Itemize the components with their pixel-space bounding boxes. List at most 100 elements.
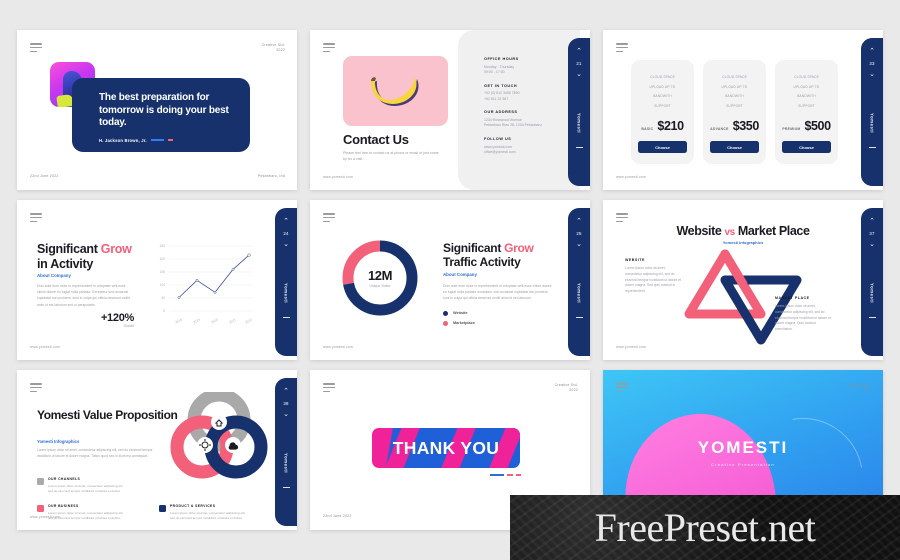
chevron-down-icon[interactable]: ⌄	[283, 240, 289, 249]
rail-brand-label: Yomesti	[869, 283, 875, 304]
thank-you-banner[interactable]: THANK YOU	[372, 428, 520, 468]
legend-swatch-pink	[443, 320, 448, 326]
slide-nav-rail[interactable]: ⌃ 33 ⌄ Yomesti	[861, 38, 883, 186]
group-line: +62 811 22 567	[484, 96, 509, 101]
rail-divider	[868, 147, 876, 149]
chevron-up-icon[interactable]: ⌃	[869, 47, 875, 56]
chevron-up-icon[interactable]: ⌃	[576, 47, 582, 56]
group-line: Pekanbaru Riau 28, 1234 Pekanbaru	[484, 123, 542, 128]
contact-group-get-in-touch: GET IN TOUCH +62 (0) 812 3456 7890 +62 8…	[484, 84, 562, 103]
contact-group-follow-us: FOLLOW US www.yomesti.com office@yomesti…	[484, 137, 562, 156]
feature-label: SUPPORT	[726, 103, 743, 108]
logo-mark-icon	[30, 43, 42, 52]
slide-nav-rail[interactable]: ⌃ 24 ⌄ Yomesti	[275, 208, 297, 356]
page-number-label: 33	[869, 61, 875, 66]
plan-price-label: $210	[657, 119, 684, 133]
legend-label: Website	[453, 311, 468, 316]
logo-mark-icon	[616, 213, 628, 222]
cover-title: YOMESTI	[697, 438, 789, 457]
rail-divider	[575, 147, 583, 149]
chevron-down-icon[interactable]: ⌄	[283, 410, 289, 419]
growth-subtitle: About Company	[37, 273, 71, 278]
logo-mark-icon	[616, 43, 628, 52]
chevron-up-icon[interactable]: ⌃	[869, 217, 875, 226]
svg-text:100: 100	[160, 283, 166, 287]
slide-thumbnail-traffic-donut[interactable]: 12M Unique Visitor Significant Grow Traf…	[310, 200, 590, 360]
feature-label: SUPPORT	[654, 103, 671, 108]
value-prop-subtitle: Yomesti Infographics	[37, 439, 80, 444]
choose-button[interactable]: Choose	[710, 141, 759, 153]
logo-mark-icon	[616, 383, 628, 392]
feature-label: UPLOAD UP TO	[793, 84, 820, 89]
slide-thumbnail-quote[interactable]: Creative Std. 2022 The best preparation …	[17, 30, 297, 190]
chevron-up-icon[interactable]: ⌃	[283, 387, 289, 396]
growth-stat: +120% Growth	[101, 312, 134, 328]
chevron-down-icon[interactable]: ⌄	[576, 240, 582, 249]
accent-dash-row	[490, 474, 521, 476]
feature-label: BANDWITH	[725, 94, 744, 98]
plan-name-label: ADVANCE	[710, 127, 729, 131]
swatch-navy	[159, 504, 166, 512]
title-part-two: Traffic Activity	[443, 255, 521, 269]
pricing-card-basic[interactable]: CLOUD SPACE UPLOAD UP TO BANDWITH SUPPOR…	[631, 60, 694, 164]
pricing-card-row: CLOUD SPACE UPLOAD UP TO BANDWITH SUPPOR…	[631, 60, 838, 164]
title-part-one: Significant	[37, 242, 101, 256]
slide-thumbnail-pricing[interactable]: CLOUD SPACE UPLOAD UP TO BANDWITH SUPPOR…	[603, 30, 883, 190]
pricing-card-advance[interactable]: CLOUD SPACE UPLOAD UP TO BANDWITH SUPPOR…	[703, 60, 766, 164]
slide-thumbnail-growth-chart[interactable]: Significant Grow in Activity About Compa…	[17, 200, 297, 360]
value-item-products: PRODUCT & SERVICES Lorem ipsum dolor sit…	[159, 504, 248, 521]
versus-title: Website vs Market Place	[603, 224, 883, 238]
slide-thumbnail-contact[interactable]: Contact Us Please feel free to contact u…	[310, 30, 590, 190]
chevron-down-icon[interactable]: ⌄	[869, 240, 875, 249]
choose-button[interactable]: Choose	[782, 141, 831, 153]
accent-bar-blue	[490, 474, 504, 476]
line-chart: 250 200 150 100 50 0 2018 2019 2020 2021 202…	[160, 244, 253, 325]
growth-title: Significant Grow in Activity	[37, 242, 132, 271]
rail-divider	[575, 317, 583, 319]
accent-bar-pink	[167, 139, 173, 141]
slide-nav-rail[interactable]: ⌃ 38 ⌄ Yomesti	[275, 378, 297, 526]
rail-divider	[282, 317, 290, 319]
chevron-up-icon[interactable]: ⌃	[576, 217, 582, 226]
traffic-title: Significant Grow Traffic Activity	[443, 241, 553, 269]
slide-corner-brand: Creative Std. 2022	[555, 383, 578, 393]
title-part-one: Significant	[443, 241, 505, 255]
chevron-down-icon[interactable]: ⌄	[869, 70, 875, 79]
slide-thumbnail-versus[interactable]: Website vs Market Place Yomesti Infograp…	[603, 200, 883, 360]
quote-card: The best preparation for tomorrow is doi…	[72, 78, 250, 152]
donut-chart: 12M Unique Visitor	[338, 236, 422, 320]
logo-mark-icon	[30, 213, 42, 222]
quote-text: The best preparation for tomorrow is doi…	[99, 92, 229, 128]
svg-text:0: 0	[163, 309, 165, 313]
chevron-up-icon[interactable]: ⌃	[283, 217, 289, 226]
logo-mark-icon	[323, 213, 335, 222]
rail-divider	[868, 317, 876, 319]
slide-nav-rail[interactable]: ⌃ 37 ⌄ Yomesti	[861, 208, 883, 356]
quote-author-label: H. Jackson Brown, Jr.	[99, 137, 147, 143]
title-part-two: Market Place	[734, 224, 810, 238]
slide-nav-rail[interactable]: ⌃ 25 ⌄ Yomesti	[568, 208, 590, 356]
choose-button[interactable]: Choose	[638, 141, 687, 153]
contact-info-column: OFFICE HOURS Monday - Thursday 09:00 - 1…	[484, 57, 562, 164]
slide-location-label: Pekanbaru, Ind	[257, 174, 285, 178]
growth-stat-value: +120%	[100, 312, 134, 324]
value-prop-title: Yomesti Value Proposition	[37, 408, 178, 422]
feature-label: UPLOAD UP TO	[721, 84, 748, 89]
pricing-card-premium[interactable]: CLOUD SPACE UPLOAD UP TO BANDWITH SUPPOR…	[775, 60, 838, 164]
chevron-down-icon[interactable]: ⌄	[576, 70, 582, 79]
versus-left-heading: WEBSITE	[625, 258, 645, 262]
svg-text:250: 250	[160, 244, 166, 248]
plan-price-label: $350	[732, 119, 760, 133]
traffic-copy-block: Significant Grow Traffic Activity About …	[443, 241, 553, 331]
slide-corner-brand: Creative Std. 2022	[262, 43, 285, 53]
plan-name-label: BASIC	[641, 127, 654, 131]
group-heading: OUR ADDRESS	[484, 110, 518, 115]
slide-nav-rail[interactable]: ⌃ 21 ⌄ Yomesti	[568, 38, 590, 186]
accent-bar-blue	[150, 139, 164, 141]
slide-url-label: www.yomesti.com	[30, 345, 61, 349]
slide-thumbnail-value-proposition[interactable]: Yomesti Value Proposition Yomesti Infogr…	[17, 370, 297, 530]
title-highlight: vs	[724, 227, 735, 238]
traffic-body-text: Duis aute irure dolor in reprehenderit i…	[443, 284, 552, 301]
legend-item-website: Website	[443, 310, 553, 316]
group-heading: FOLLOW US	[484, 137, 512, 142]
